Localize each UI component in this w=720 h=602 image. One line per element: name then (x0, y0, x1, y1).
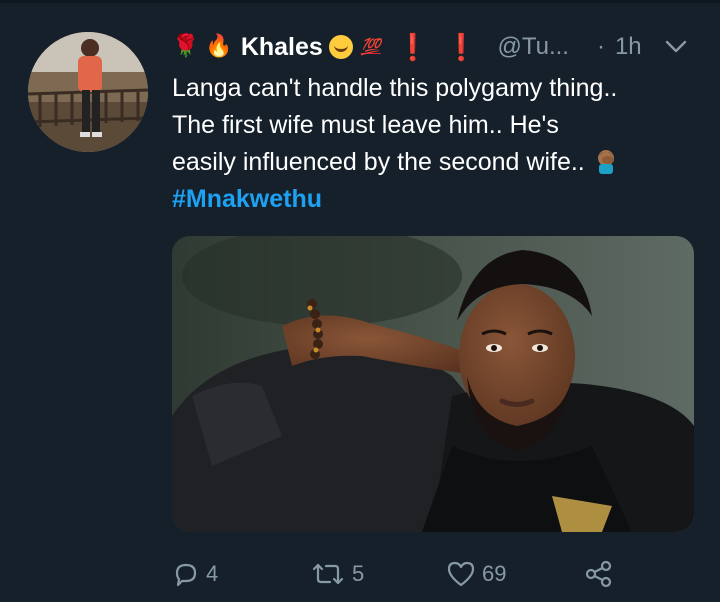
separator-dot: · (596, 33, 605, 60)
exclamation-emoji-1: ❗ (396, 31, 430, 62)
heart-icon (446, 560, 476, 588)
reply-count: 4 (206, 561, 219, 586)
exclamation-emoji-2: ❗ (445, 31, 478, 62)
tweet-image[interactable] (172, 236, 694, 532)
avatar[interactable] (28, 32, 148, 152)
tweet-line-3-wrap: easily influenced by the second wife.. (172, 144, 702, 181)
retweet-icon (310, 560, 346, 588)
rose-emoji: 🌹 (172, 34, 200, 59)
like-count: 69 (482, 561, 507, 586)
tweet-actions: 4 5 69 (172, 556, 632, 592)
timestamp[interactable]: 1h (615, 33, 642, 61)
retweet-button[interactable]: 5 (310, 556, 364, 592)
share-icon (584, 559, 614, 589)
smiling-face-emoji (328, 35, 353, 59)
man-facepalming-icon (593, 148, 619, 174)
top-divider (0, 0, 720, 3)
user-handle[interactable]: @Tu... (497, 33, 568, 61)
retweet-count: 5 (352, 561, 365, 586)
reply-button[interactable]: 4 (172, 556, 218, 592)
tweet-header: 🌹 🔥 Khales 💯 ❗ ❗ @Tu... · 1h (172, 30, 642, 64)
fire-emoji: 🔥 (205, 34, 233, 59)
tweet-line-3: easily influenced by the second wife.. (172, 148, 585, 176)
display-name[interactable]: Khales (241, 33, 323, 62)
tweet-text: Langa can't handle this polygamy thing..… (172, 70, 702, 218)
like-button[interactable]: 69 (446, 556, 506, 592)
share-button[interactable] (584, 556, 614, 592)
tweet-line-2: The first wife must leave him.. He's (172, 111, 559, 139)
hashtag-link[interactable]: #Mnakwethu (172, 181, 702, 218)
chevron-down-icon[interactable] (664, 38, 688, 56)
reply-icon (172, 560, 200, 588)
hundred-points-emoji: 💯 (360, 39, 381, 56)
tweet-line-1: Langa can't handle this polygamy thing.. (172, 74, 618, 102)
